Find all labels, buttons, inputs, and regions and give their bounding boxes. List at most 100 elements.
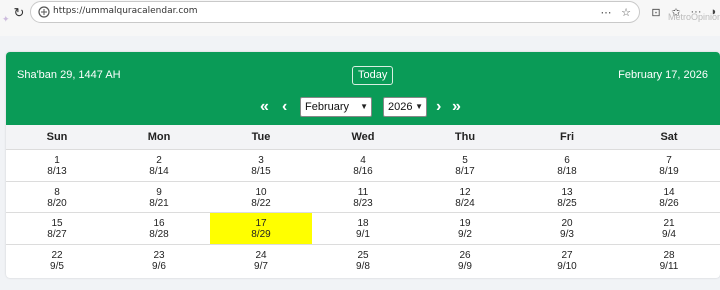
day-cell[interactable]: 15 8/27 (6, 213, 108, 244)
gregorian-date: February 17, 2026 (618, 69, 708, 81)
week-row: 15 8/27 16 8/28 17 8/29 18 9/1 19 9/2 20 9/3 21 9/4 (6, 212, 720, 244)
gregorian-day: 20 (561, 218, 573, 229)
hijri-day: 8/22 (251, 197, 271, 209)
day-cell[interactable]: 24 9/7 (210, 245, 312, 276)
hijri-day: 8/27 (47, 229, 67, 240)
week-row: 22 9/5 23 9/6 24 9/7 25 9/8 26 9/9 27 9/10 28 9/11 (6, 243, 720, 276)
hijri-day: 9/3 (560, 229, 574, 240)
weekday-header: Thu (454, 131, 476, 143)
day-cell[interactable]: 18 9/1 (312, 213, 414, 244)
year-value: 2026 (388, 101, 413, 113)
day-cell[interactable]: 6 8/18 (516, 150, 618, 181)
gregorian-day: 25 (357, 249, 369, 261)
gregorian-day: 18 (357, 218, 369, 229)
last-month-button[interactable]: » (452, 97, 461, 117)
hijri-day: 8/13 (47, 166, 67, 177)
hijri-day: 9/8 (356, 260, 370, 272)
reload-icon[interactable]: ↻ (10, 4, 28, 22)
day-cell[interactable]: 10 8/22 (210, 182, 312, 213)
hijri-day: 8/18 (557, 166, 577, 177)
calendar-header: Sha'ban 29, 1447 AH Today February 17, 2… (6, 52, 720, 125)
day-cell[interactable]: 9 8/21 (108, 182, 210, 213)
hijri-day: 8/25 (557, 197, 577, 209)
weekday-header: Fri (559, 131, 575, 143)
chevron-down-icon: ▼ (360, 102, 368, 111)
more-icon[interactable]: ⋯ (599, 5, 613, 19)
gregorian-day: 21 (663, 218, 675, 229)
chevron-down-icon: ▼ (415, 102, 423, 111)
star-icon[interactable]: ☆ (619, 5, 633, 19)
hijri-day: 8/16 (353, 166, 373, 177)
gregorian-day: 27 (561, 249, 573, 261)
gregorian-day: 11 (357, 186, 369, 198)
weekday-header: Sat (660, 131, 678, 143)
first-month-button[interactable]: « (260, 97, 269, 117)
hijri-day: 8/20 (47, 197, 67, 209)
gregorian-day: 26 (459, 249, 471, 261)
day-cell[interactable]: 5 8/17 (414, 150, 516, 181)
day-cell[interactable]: 22 9/5 (6, 245, 108, 276)
day-cell[interactable]: 13 8/25 (516, 182, 618, 213)
day-cell[interactable]: 12 8/24 (414, 182, 516, 213)
day-cell[interactable]: 3 8/15 (210, 150, 312, 181)
next-month-button[interactable]: › (436, 97, 441, 117)
gregorian-day: 6 (564, 155, 570, 166)
gregorian-day: 14 (663, 186, 675, 198)
gregorian-day: 1 (54, 155, 60, 166)
hijri-day: 8/26 (659, 197, 679, 209)
hijri-day: 8/21 (149, 197, 169, 209)
day-cell[interactable]: 17 8/29 (210, 213, 312, 244)
gregorian-day: 13 (561, 186, 573, 198)
hijri-date: Sha'ban 29, 1447 AH (17, 69, 121, 81)
prev-month-button[interactable]: ‹ (282, 97, 287, 117)
day-cell[interactable]: 20 9/3 (516, 213, 618, 244)
day-cell[interactable]: 23 9/6 (108, 245, 210, 276)
faded-text: MetroOpinion (668, 12, 720, 22)
hijri-day: 8/15 (251, 166, 271, 177)
gregorian-day: 24 (255, 249, 267, 261)
gregorian-day: 16 (153, 218, 165, 229)
gregorian-day: 8 (54, 186, 60, 198)
hijri-day: 8/14 (149, 166, 169, 177)
day-cell[interactable]: 2 8/14 (108, 150, 210, 181)
gregorian-day: 7 (666, 155, 672, 166)
day-cell[interactable]: 25 9/8 (312, 245, 414, 276)
day-cell[interactable]: 16 8/28 (108, 213, 210, 244)
hijri-day: 9/9 (458, 260, 472, 272)
hijri-day: 8/19 (659, 166, 679, 177)
weekday-header-row: Sun Mon Tue Wed Thu Fri Sat (6, 125, 720, 149)
gregorian-day: 10 (255, 186, 267, 198)
hijri-day: 8/28 (149, 229, 169, 240)
day-cell[interactable]: 19 9/2 (414, 213, 516, 244)
hijri-day: 8/23 (353, 197, 373, 209)
gregorian-day: 23 (153, 249, 165, 261)
today-button[interactable]: Today (352, 66, 394, 85)
hijri-day: 9/6 (152, 260, 166, 272)
hijri-day: 9/5 (50, 260, 64, 272)
day-cell[interactable]: 11 8/23 (312, 182, 414, 213)
day-cell[interactable]: 1 8/13 (6, 150, 108, 181)
day-cell[interactable]: 27 9/10 (516, 245, 618, 276)
gregorian-day: 22 (51, 249, 63, 261)
day-cell[interactable]: 26 9/9 (414, 245, 516, 276)
weekday-header: Mon (147, 131, 171, 143)
day-cell[interactable]: 4 8/16 (312, 150, 414, 181)
gregorian-day: 17 (255, 218, 267, 229)
gregorian-day: 15 (51, 218, 63, 229)
day-cell[interactable]: 8 8/20 (6, 182, 108, 213)
day-cell[interactable]: 7 8/19 (618, 150, 720, 181)
split-screen-icon[interactable]: ⊡ (648, 4, 664, 20)
address-bar[interactable]: https://ummalquracalendar.com ⋯ ☆ (30, 1, 640, 23)
year-select[interactable]: 2026 ▼ (383, 97, 427, 117)
gregorian-day: 2 (156, 155, 162, 166)
hijri-day: 9/11 (659, 260, 679, 272)
url-text: https://ummalquracalendar.com (53, 6, 198, 16)
day-cell[interactable]: 21 9/4 (618, 213, 720, 244)
gregorian-day: 19 (459, 218, 471, 229)
site-info-icon[interactable] (37, 5, 51, 19)
day-cell[interactable]: 28 9/11 (618, 245, 720, 276)
month-select[interactable]: February ▼ (300, 97, 372, 117)
day-cell[interactable]: 14 8/26 (618, 182, 720, 213)
hijri-day: 8/29 (251, 229, 271, 240)
gregorian-day: 12 (459, 186, 471, 198)
